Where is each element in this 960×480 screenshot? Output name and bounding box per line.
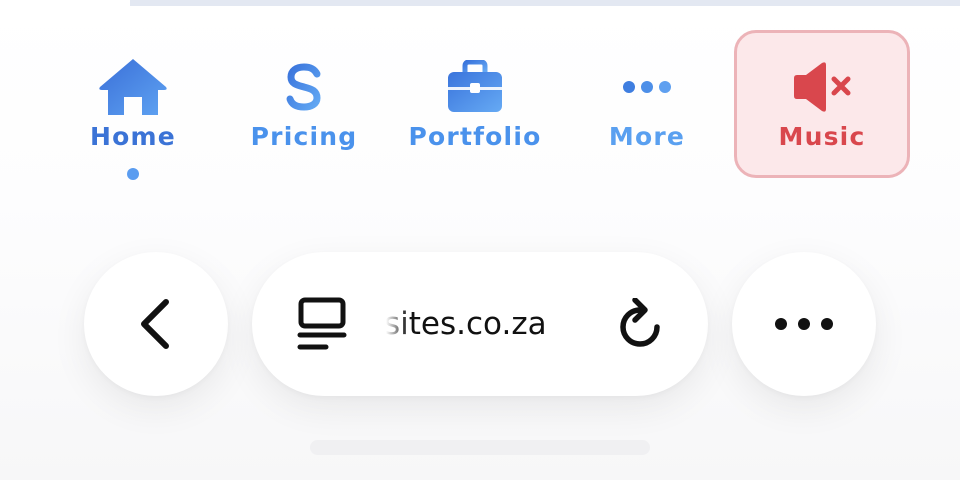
- url-text[interactable]: sites.co.za: [386, 302, 586, 346]
- active-indicator-dot: [127, 168, 139, 180]
- back-button[interactable]: [84, 252, 228, 396]
- browser-viewport: Home Pricing Portfolio More Music sites.…: [0, 0, 960, 480]
- chevron-left-icon: [141, 299, 169, 349]
- nav-item-music[interactable]: Music: [734, 30, 910, 178]
- page-top-strip: [130, 0, 960, 6]
- nav-item-home[interactable]: Home: [45, 30, 221, 180]
- dollar-icon: [216, 57, 392, 117]
- nav-item-portfolio[interactable]: Portfolio: [387, 30, 563, 178]
- site-nav-bar: Home Pricing Portfolio More Music: [0, 30, 960, 190]
- url-value: sites.co.za: [386, 306, 547, 342]
- speaker-muted-icon: [737, 58, 907, 116]
- ellipsis-icon: [559, 58, 735, 116]
- nav-item-more[interactable]: More: [559, 30, 735, 178]
- home-indicator[interactable]: [310, 440, 650, 455]
- house-icon: [45, 58, 221, 116]
- ellipsis-icon: [775, 318, 833, 330]
- browser-menu-button[interactable]: [732, 252, 876, 396]
- nav-label-pricing: Pricing: [250, 122, 358, 151]
- briefcase-icon: [387, 58, 563, 116]
- address-bar[interactable]: sites.co.za: [252, 252, 708, 396]
- reader-mode-icon[interactable]: [296, 296, 352, 352]
- nav-label-portfolio: Portfolio: [408, 122, 542, 151]
- reload-icon[interactable]: [614, 298, 666, 350]
- nav-item-pricing[interactable]: Pricing: [216, 30, 392, 178]
- nav-label-more: More: [608, 122, 686, 151]
- nav-label-music: Music: [778, 122, 866, 151]
- nav-label-home: Home: [90, 122, 176, 151]
